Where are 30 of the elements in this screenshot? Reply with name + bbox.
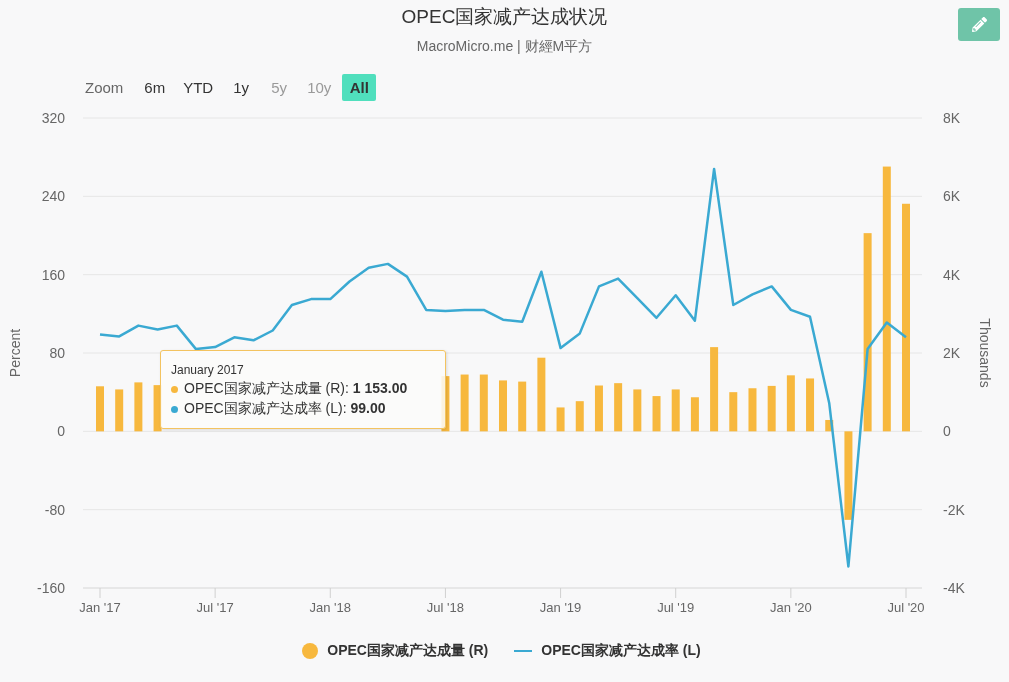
y-axis-title: Percent [7, 328, 23, 378]
y-axis-label: 0 [57, 423, 65, 440]
y-axis-label: -4K [943, 580, 965, 596]
y-axis-label: 8K [943, 110, 961, 126]
x-axis-label: Jul '20 [887, 600, 925, 615]
y-axis-label: 320 [41, 110, 65, 126]
x-axis-label: Jan '20 [770, 600, 812, 615]
y-axis-label: 240 [41, 188, 65, 205]
x-axis-label: Jul '19 [657, 600, 695, 615]
x-axis-label: Jan '17 [79, 600, 121, 615]
y-axis-label: 0 [943, 423, 951, 440]
y-axis-label: 6K [943, 188, 961, 205]
y-axis-label: -160 [36, 580, 65, 596]
x-axis-label: Jul '17 [196, 600, 234, 615]
chart-subtitle: MacroMicro.me | 财經M平方 [416, 37, 593, 55]
x-axis-label: Jan '19 [539, 600, 582, 615]
y-axis-label: 2K [943, 345, 961, 361]
tooltip-text: OPEC国家减产达成量 (R): 1 153.00 [184, 380, 408, 398]
y-axis-label: -80 [44, 501, 65, 518]
y-axis-label: 80 [49, 345, 65, 361]
y-axis-title: Thousands [977, 318, 993, 388]
chart-title: OPEC国家减产达成状况 [401, 5, 608, 29]
zoom-label: Zoom [85, 79, 124, 96]
y-axis-label: 160 [41, 266, 65, 283]
x-axis-label: Jan '18 [309, 600, 352, 615]
tooltip-title: January 2017 [171, 362, 245, 379]
x-axis-label: Jul '18 [426, 600, 464, 615]
tooltip-text: OPEC国家减产达成率 (L): 99.00 [184, 400, 386, 418]
y-axis-label: -2K [943, 501, 965, 518]
y-axis-label: 4K [943, 266, 961, 283]
